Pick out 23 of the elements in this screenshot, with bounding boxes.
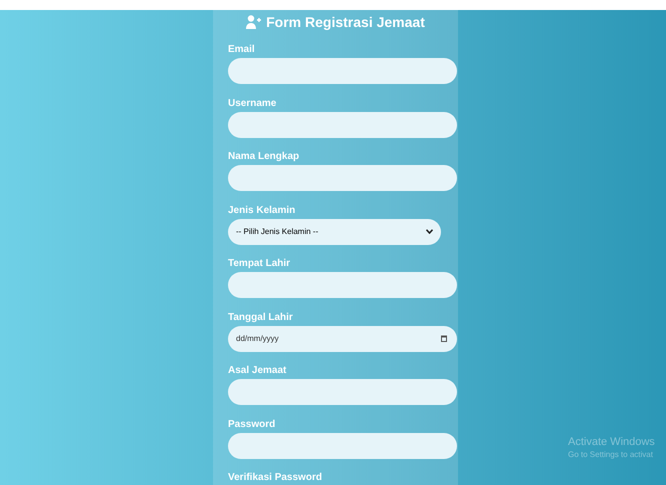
field-label: Jenis Kelamin xyxy=(228,204,296,216)
field-label: Asal Jemaat xyxy=(228,365,288,377)
input-field[interactable] xyxy=(228,112,457,138)
gender-dropdown[interactable]: -- Pilih Jenis Kelamin -- xyxy=(228,218,441,244)
add-user-icon xyxy=(246,15,262,29)
chevron-down-icon xyxy=(426,229,433,234)
input-field[interactable] xyxy=(228,272,457,298)
field-label: Username xyxy=(228,98,278,110)
activation-notice-title: Activate Windows xyxy=(568,436,655,450)
input-field[interactable] xyxy=(228,432,457,458)
field-label: Nama Lengkap xyxy=(228,151,300,163)
field-label: Password xyxy=(228,418,276,430)
field-label: Verifikasi Password xyxy=(228,472,323,484)
input-field[interactable] xyxy=(228,379,457,405)
activation-notice-subtitle: Go to Settings to activat xyxy=(568,450,654,460)
field-label: Email xyxy=(228,44,256,56)
input-field[interactable] xyxy=(228,58,457,84)
field-label: Tempat Lahir xyxy=(228,258,292,270)
form-title: Form Registrasi Jemaat xyxy=(266,12,425,32)
date-field[interactable]: dd/mm/yyyy xyxy=(228,326,457,352)
calendar-icon xyxy=(441,335,447,342)
input-field[interactable] xyxy=(228,165,457,191)
field-label: Tanggal Lahir xyxy=(228,312,294,324)
